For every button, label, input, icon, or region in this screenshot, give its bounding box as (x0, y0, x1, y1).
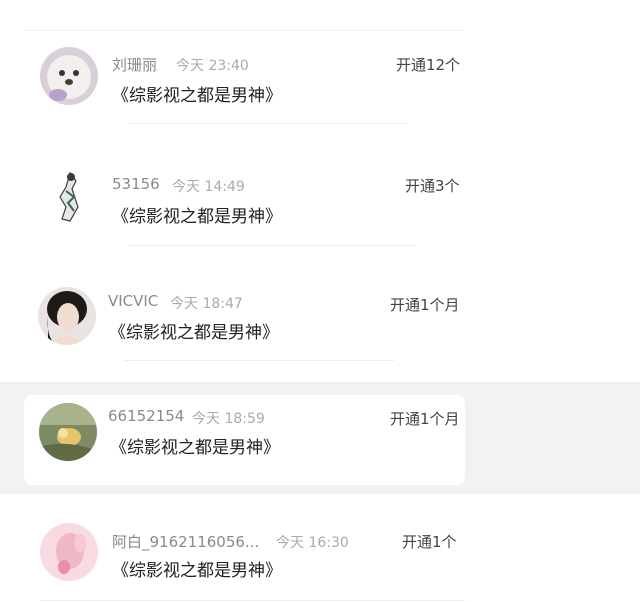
pink-flower-avatar[interactable] (40, 523, 98, 581)
fluffy-dog-avatar[interactable] (40, 47, 98, 105)
username[interactable]: 66152154 (108, 407, 184, 425)
subscription-status: 开通1个月 (390, 296, 460, 314)
list-item[interactable]: 66152154 今天 18:59 开通1个月 《综影视之都是男神》 (24, 395, 465, 485)
book-title[interactable]: 《综影视之都是男神》 (112, 202, 282, 227)
item-divider (40, 600, 465, 601)
username[interactable]: 阿白_9162116056... (112, 531, 259, 552)
subscription-status: 开通1个 (402, 533, 457, 551)
message-list-page: 刘珊丽 今天 23:40 开通12个 《综影视之都是男神》 53156 今天 1… (0, 0, 640, 602)
subscription-status: 开通1个月 (390, 410, 460, 428)
woman-portrait-avatar[interactable] (38, 287, 96, 345)
timestamp: 今天 23:40 (176, 58, 249, 74)
subscription-status: 开通3个 (405, 177, 460, 195)
bird-photo-avatar[interactable] (39, 403, 97, 461)
book-title[interactable]: 《综影视之都是男神》 (112, 81, 282, 106)
username[interactable]: 53156 (112, 175, 160, 193)
username[interactable]: 刘珊丽 (112, 54, 157, 75)
timestamp: 今天 14:49 (172, 179, 245, 195)
book-title[interactable]: 《综影视之都是男神》 (112, 556, 282, 581)
book-title[interactable]: 《综影视之都是男神》 (110, 433, 280, 458)
book-title[interactable]: 《综影视之都是男神》 (109, 318, 279, 343)
sketch-figure-avatar[interactable] (40, 167, 98, 225)
username[interactable]: VICVIC (108, 292, 158, 310)
item-divider (128, 245, 416, 246)
timestamp: 今天 16:30 (276, 535, 349, 551)
timestamp: 今天 18:59 (192, 411, 265, 427)
timestamp: 今天 18:47 (170, 296, 243, 312)
item-divider (124, 360, 394, 361)
subscription-status: 开通12个 (396, 56, 461, 74)
previous-item-edge (24, 0, 464, 31)
item-divider (128, 123, 408, 124)
